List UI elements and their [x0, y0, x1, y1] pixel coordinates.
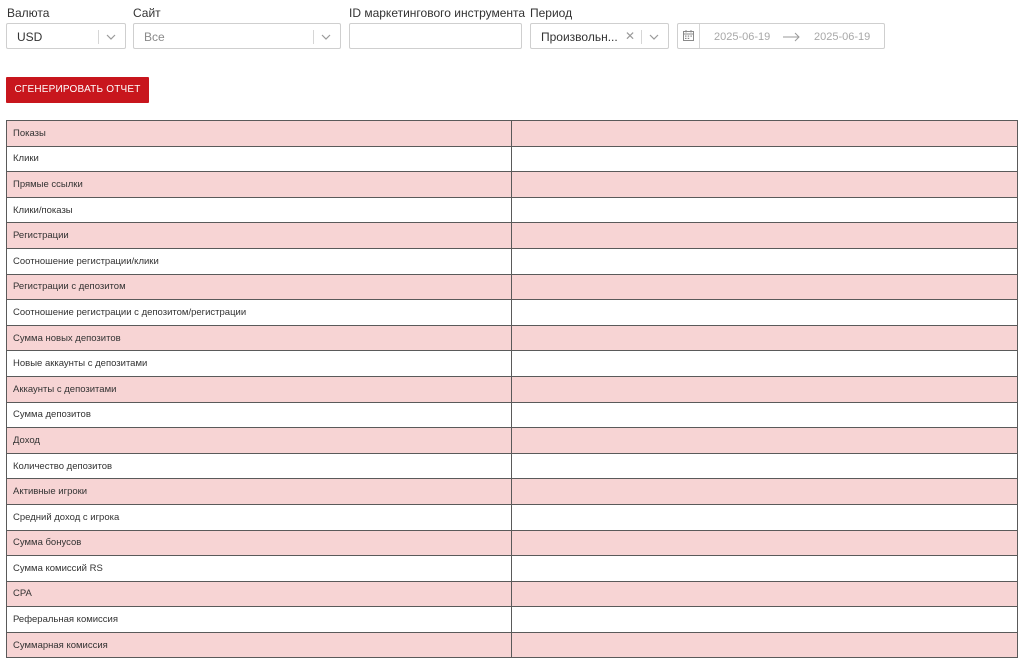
- metric-value-cell: [511, 273, 1018, 301]
- calendar-icon[interactable]: [678, 24, 700, 48]
- table-row: Соотношение регистрации с депозитом/реги…: [6, 299, 1018, 326]
- metric-value-cell: [511, 427, 1018, 454]
- table-row: Сумма депозитов: [6, 401, 1018, 429]
- metric-value-cell: [511, 580, 1018, 608]
- filter-bar: Валюта USD Сайт Все ID маркетингового ин…: [0, 0, 1024, 60]
- marketing-id-label: ID маркетингового инструмента: [349, 6, 526, 20]
- metric-value-cell: [511, 503, 1018, 531]
- table-row: Сумма комиссий RS: [6, 555, 1018, 582]
- metric-label-cell: Аккаунты с депозитами: [6, 375, 512, 403]
- report-table: Показы Клики Прямые ссылки Клики/показы Реги…: [6, 120, 1018, 659]
- metric-value-cell: [511, 171, 1018, 198]
- metric-label-cell: Реферальная комиссия: [6, 606, 512, 633]
- table-row: Сумма новых депозитов: [6, 324, 1018, 352]
- table-row: Количество депозитов: [6, 452, 1018, 480]
- metric-label-cell: Регистрации: [6, 222, 512, 249]
- metric-label-cell: Суммарная комиссия: [6, 631, 512, 659]
- table-row: Показы: [6, 120, 1018, 147]
- table-row: Суммарная комиссия: [6, 631, 1018, 659]
- table-row: CPA: [6, 580, 1018, 608]
- metric-label-cell: Количество депозитов: [6, 452, 512, 480]
- metric-value-cell: [511, 631, 1018, 659]
- metric-value-cell: [511, 452, 1018, 480]
- metric-label-cell: Сумма новых депозитов: [6, 324, 512, 352]
- metric-label-cell: Прямые ссылки: [6, 171, 512, 198]
- select-divider: [313, 30, 314, 44]
- metric-value-cell: [511, 529, 1018, 557]
- date-end[interactable]: 2025-06-19: [814, 30, 870, 44]
- period-label: Период: [530, 6, 573, 20]
- metric-label-cell: Клики: [6, 145, 512, 173]
- metric-label-cell: Средний доход с игрока: [6, 503, 512, 531]
- metric-label-cell: Клики/показы: [6, 196, 512, 224]
- metric-value-cell: [511, 120, 1018, 147]
- table-row: Средний доход с игрока: [6, 503, 1018, 531]
- date-range-picker[interactable]: 2025-06-19 2025-06-19: [677, 23, 885, 49]
- site-value: Все: [144, 30, 165, 44]
- generate-report-button[interactable]: СГЕНЕРИРОВАТЬ ОТЧЕТ: [6, 77, 149, 103]
- metric-value-cell: [511, 478, 1018, 505]
- currency-value: USD: [17, 30, 43, 44]
- site-label: Сайт: [133, 6, 161, 20]
- metric-label-cell: Регистрации с депозитом: [6, 273, 512, 301]
- metric-label-cell: Соотношение регистрации/клики: [6, 247, 512, 275]
- metric-label-cell: Новые аккаунты с депозитами: [6, 350, 512, 377]
- table-row: Аккаунты с депозитами: [6, 375, 1018, 403]
- metric-value-cell: [511, 145, 1018, 173]
- metric-value-cell: [511, 247, 1018, 275]
- table-row: Доход: [6, 427, 1018, 454]
- metric-value-cell: [511, 555, 1018, 582]
- currency-select[interactable]: USD: [6, 23, 126, 49]
- table-row: Клики/показы: [6, 196, 1018, 224]
- metric-value-cell: [511, 222, 1018, 249]
- metric-label-cell: Показы: [6, 120, 512, 147]
- table-row: Сумма бонусов: [6, 529, 1018, 557]
- metric-label-cell: CPA: [6, 580, 512, 608]
- select-divider: [641, 30, 642, 44]
- marketing-id-input[interactable]: [349, 23, 522, 49]
- metric-label-cell: Сумма комиссий RS: [6, 555, 512, 582]
- chevron-down-icon: [106, 30, 116, 44]
- period-select[interactable]: Произвольн... ✕: [530, 23, 669, 49]
- metric-label-cell: Соотношение регистрации с депозитом/реги…: [6, 299, 512, 326]
- currency-label: Валюта: [7, 6, 50, 20]
- metric-value-cell: [511, 350, 1018, 377]
- chevron-down-icon: [321, 30, 331, 44]
- metric-value-cell: [511, 299, 1018, 326]
- metric-value-cell: [511, 606, 1018, 633]
- metric-value-cell: [511, 196, 1018, 224]
- report-table-body: Показы Клики Прямые ссылки Клики/показы Реги…: [6, 120, 1018, 659]
- metric-label-cell: Сумма депозитов: [6, 401, 512, 429]
- metric-label-cell: Доход: [6, 427, 512, 454]
- metric-value-cell: [511, 375, 1018, 403]
- table-row: Регистрации: [6, 222, 1018, 249]
- table-row: Реферальная комиссия: [6, 606, 1018, 633]
- table-row: Активные игроки: [6, 478, 1018, 505]
- table-row: Новые аккаунты с депозитами: [6, 350, 1018, 377]
- metric-value-cell: [511, 401, 1018, 429]
- metric-value-cell: [511, 324, 1018, 352]
- metric-label-cell: Сумма бонусов: [6, 529, 512, 557]
- period-value: Произвольн...: [541, 30, 618, 44]
- chevron-down-icon: [649, 30, 659, 44]
- table-row: Регистрации с депозитом: [6, 273, 1018, 301]
- arrow-right-icon: [783, 31, 801, 45]
- date-start[interactable]: 2025-06-19: [714, 30, 770, 44]
- select-divider: [98, 30, 99, 44]
- table-row: Клики: [6, 145, 1018, 173]
- clear-icon[interactable]: ✕: [625, 29, 635, 43]
- site-select[interactable]: Все: [133, 23, 341, 49]
- table-row: Соотношение регистрации/клики: [6, 247, 1018, 275]
- metric-label-cell: Активные игроки: [6, 478, 512, 505]
- table-row: Прямые ссылки: [6, 171, 1018, 198]
